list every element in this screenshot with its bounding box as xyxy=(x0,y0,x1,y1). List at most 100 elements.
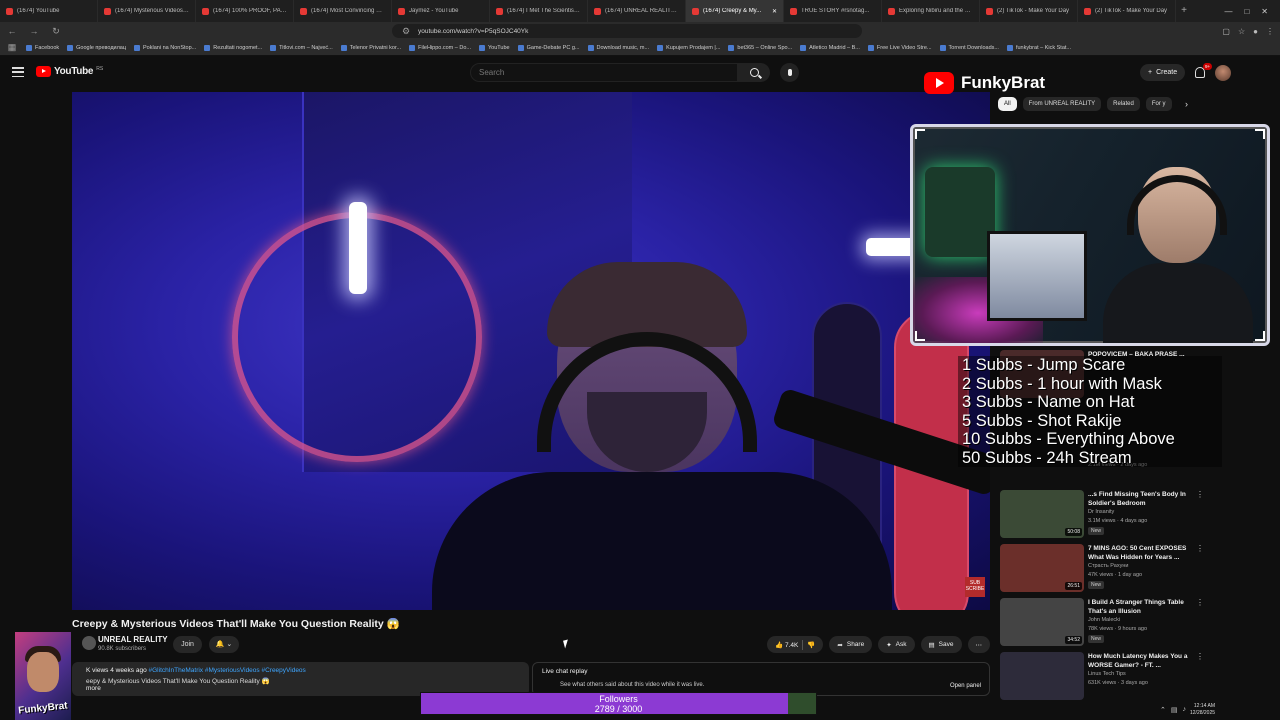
close-tab-icon[interactable]: ✕ xyxy=(772,8,777,15)
bookmark-item[interactable]: Google преводилац xyxy=(67,44,126,51)
hamburger-menu-icon[interactable] xyxy=(12,67,24,77)
recommendation-title[interactable]: ...s Find Missing Teen's Body In Soldier… xyxy=(1088,490,1188,508)
filter-chip[interactable]: From UNREAL REALITY xyxy=(1022,97,1102,111)
browser-tab[interactable]: (1674) UNREAL REALITY - Y... xyxy=(588,0,686,22)
recommendation-thumbnail[interactable]: 26:51 xyxy=(1000,544,1084,592)
browser-tab[interactable]: Exploring Nibiru and the N... xyxy=(882,0,980,22)
bookmark-item[interactable]: funkybrat – Kick Stat... xyxy=(1006,44,1071,51)
bookmark-item[interactable]: FileHippo.com – Do... xyxy=(409,44,471,51)
recommendation-item[interactable]: 34:52 I Build A Stranger Things Table Tha… xyxy=(1000,598,1204,648)
bookmark-item[interactable]: Torrent Downloads... xyxy=(939,44,999,51)
browser-tab[interactable]: (1674) Mysterious Videos Y... xyxy=(98,0,196,22)
recommendation-thumbnail[interactable] xyxy=(1000,652,1084,700)
browser-tab[interactable]: (1674) Creepy & My... ✕ xyxy=(686,0,784,22)
video-player[interactable]: SUB SCRIBE xyxy=(72,92,990,610)
video-description[interactable]: K views 4 weeks ago #GlitchInTheMatrix #… xyxy=(72,662,529,696)
like-button[interactable]: 👍 7.4K xyxy=(775,641,798,649)
more-options-icon[interactable]: ⋮ xyxy=(1196,490,1204,499)
recommendation-thumbnail[interactable]: 34:52 xyxy=(1000,598,1084,646)
browser-menu-icon[interactable]: ⋮ xyxy=(1266,27,1274,36)
site-info-icon[interactable]: ⚙ xyxy=(400,26,412,37)
bookmark-favicon-icon xyxy=(728,44,735,51)
more-options-icon[interactable]: ⋮ xyxy=(1196,598,1204,607)
account-avatar[interactable] xyxy=(1215,64,1232,81)
filter-chip[interactable]: Related xyxy=(1107,97,1140,111)
open-panel-button[interactable]: Open panel xyxy=(950,683,981,689)
close-window-icon[interactable]: ✕ xyxy=(1261,7,1268,16)
dislike-button[interactable]: 👎 xyxy=(807,641,815,649)
bookmark-item[interactable]: Titlovi.com – Najveć... xyxy=(270,44,333,51)
url-text[interactable]: youtube.com/watch?v=P5qSOJC40Yk xyxy=(418,28,528,35)
youtube-logo[interactable]: YouTube RS xyxy=(36,66,103,77)
channel-avatar[interactable] xyxy=(82,636,96,650)
chevron-up-icon[interactable]: ⌃ xyxy=(1160,706,1166,714)
search-button[interactable] xyxy=(738,63,770,82)
bookmark-item[interactable]: bet365 – Online Spo... xyxy=(728,44,792,51)
more-options-icon[interactable]: ⋮ xyxy=(1196,652,1204,661)
notifications-bell-icon[interactable]: 9+ xyxy=(1195,63,1213,78)
bookmark-item[interactable]: Download music, m... xyxy=(587,44,649,51)
browser-tab[interactable]: (2) TikTok - Make Your Day xyxy=(1078,0,1176,22)
profile-icon[interactable]: ● xyxy=(1253,27,1258,36)
share-button[interactable]: ➦ Share xyxy=(829,636,873,653)
bookmark-item[interactable]: Rezultati nogomet... xyxy=(204,44,262,51)
browser-tab[interactable]: Jaymez - YouTube xyxy=(392,0,490,22)
bookmark-star-icon[interactable]: ☆ xyxy=(1238,27,1245,36)
extension-icon[interactable]: ▢ xyxy=(1222,27,1230,36)
network-icon[interactable]: ▤ xyxy=(1171,706,1178,714)
browser-tab[interactable]: (1674) 100% PROOF, PARA... xyxy=(196,0,294,22)
create-button[interactable]: + Create xyxy=(1140,64,1186,81)
ask-button[interactable]: ✦ Ask xyxy=(878,636,915,653)
forward-icon[interactable]: → xyxy=(28,26,40,36)
bookmark-item[interactable]: YouTube xyxy=(478,44,510,51)
filter-chip[interactable]: For y xyxy=(1145,97,1172,111)
bookmark-item[interactable]: Atletico Madrid – B... xyxy=(800,44,860,51)
bookmark-item[interactable]: Telenor Privatni kor... xyxy=(340,44,401,51)
recommendation-thumbnail[interactable]: 50:08 xyxy=(1000,490,1084,538)
search-input[interactable]: Search xyxy=(470,63,738,82)
bookmark-item[interactable]: Kupujem Prodajem |... xyxy=(657,44,720,51)
webcam-overlay xyxy=(910,124,1270,346)
back-icon[interactable]: ← xyxy=(6,26,18,36)
description-hashtags[interactable]: #GlitchInTheMatrix #MysteriousVideos #Cr… xyxy=(149,667,306,674)
subscription-bell-button[interactable]: 🔔 ⌄ xyxy=(209,636,239,653)
recommendation-channel[interactable]: John Malecki xyxy=(1088,617,1120,623)
minimize-icon[interactable]: — xyxy=(1224,7,1232,16)
reload-icon[interactable]: ↻ xyxy=(50,26,62,37)
system-clock[interactable]: 12:14 AM 12/28/2025 xyxy=(1190,703,1215,717)
browser-tab[interactable]: TRUE STORY #rsnotag... xyxy=(784,0,882,22)
more-actions-button[interactable]: ⋯ xyxy=(967,636,990,653)
recommendation-title[interactable]: 7 MINS AGO: 50 Cent EXPOSES What Was Hid… xyxy=(1088,544,1188,562)
browser-tab[interactable]: (1674) Most Convincing Evi... xyxy=(294,0,392,22)
recommendation-title[interactable]: How Much Latency Makes You a WORSE Gamer… xyxy=(1088,652,1188,670)
chevron-right-icon[interactable]: › xyxy=(1185,99,1188,109)
recommendation-channel[interactable]: Dr Insanity xyxy=(1088,509,1114,515)
recommendation-item[interactable]: 50:08 ...s Find Missing Teen's Body In So… xyxy=(1000,490,1204,540)
bookmark-item[interactable]: Poklani na NonStop... xyxy=(134,44,196,51)
url-field[interactable]: ⚙ youtube.com/watch?v=P5qSOJC40Yk xyxy=(392,24,862,38)
recommendation-item[interactable]: How Much Latency Makes You a WORSE Gamer… xyxy=(1000,652,1204,702)
volume-icon[interactable]: ♪ xyxy=(1183,706,1187,714)
sub-goals-overlay: 1 Subbs - Jump Scare 2 Subbs - 1 hour wit… xyxy=(958,356,1222,467)
recommendation-channel[interactable]: Страсть Рахуни xyxy=(1088,563,1128,569)
more-options-icon[interactable]: ⋮ xyxy=(1196,544,1204,553)
recommendation-item[interactable]: 26:51 7 MINS AGO: 50 Cent EXPOSES What Wa… xyxy=(1000,544,1204,594)
maximize-icon[interactable]: □ xyxy=(1244,7,1249,16)
browser-tab[interactable]: (1674) YouTube xyxy=(0,0,98,22)
new-tab-button[interactable]: + xyxy=(1176,3,1192,19)
channel-name[interactable]: UNREAL REALITY xyxy=(98,635,168,644)
browser-tab[interactable]: (1674) I Met The Scientist T... xyxy=(490,0,588,22)
save-button[interactable]: ▤ Save xyxy=(920,636,962,653)
description-more-link[interactable]: more xyxy=(86,685,515,692)
bookmark-item[interactable]: Free Live Video Stre... xyxy=(867,44,932,51)
bookmark-item[interactable]: Facebook xyxy=(26,44,59,51)
filter-chip[interactable]: All xyxy=(998,97,1017,111)
join-button[interactable]: Join xyxy=(173,636,202,653)
recommendation-title[interactable]: I Build A Stranger Things Table That's a… xyxy=(1088,598,1188,616)
browser-tab[interactable]: (2) TikTok - Make Your Day xyxy=(980,0,1078,22)
voice-search-button[interactable] xyxy=(780,63,799,82)
subscribe-watermark[interactable]: SUB SCRIBE xyxy=(965,577,985,597)
bookmark-item[interactable]: Game-Debate PC g... xyxy=(517,44,580,51)
apps-icon[interactable]: ▦ xyxy=(6,42,18,53)
recommendation-channel[interactable]: Linus Tech Tips xyxy=(1088,671,1126,677)
